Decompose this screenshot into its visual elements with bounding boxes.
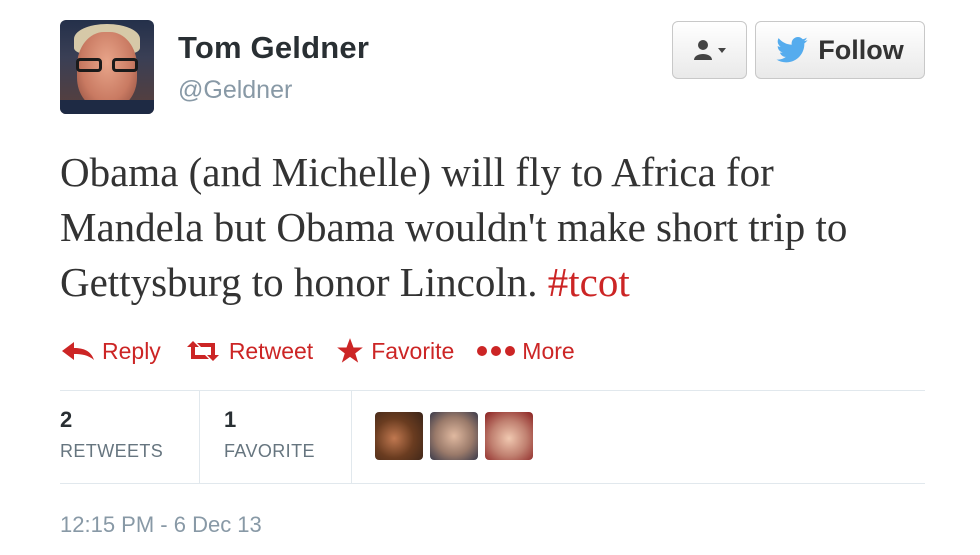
- favorite-label: Favorite: [371, 337, 455, 364]
- reply-label: Reply: [102, 337, 161, 364]
- more-dots-icon: [477, 346, 516, 356]
- user-dropdown-icon: [693, 40, 726, 60]
- favorite-button[interactable]: Favorite: [335, 337, 454, 365]
- favorites-label: FAVORITE: [224, 441, 315, 461]
- retweets-stat[interactable]: 2 RETWEETS: [60, 407, 163, 462]
- tweet-body: Obama (and Michelle) will fly to Africa …: [60, 149, 848, 305]
- more-label: More: [522, 337, 575, 364]
- stat-separator: [199, 391, 200, 483]
- user-display-name[interactable]: Tom Geldner: [178, 30, 369, 66]
- retweet-icon: [186, 341, 219, 361]
- more-button[interactable]: More: [476, 337, 575, 365]
- profile-avatar[interactable]: [60, 20, 154, 114]
- star-icon: [337, 338, 364, 363]
- twitter-bird-icon: [776, 37, 808, 63]
- user-avatar-thumbnail[interactable]: [430, 412, 478, 460]
- engaged-users: [375, 412, 540, 460]
- divider-bottom: [60, 483, 925, 484]
- reply-icon: [62, 342, 94, 360]
- user-handle[interactable]: @Geldner: [178, 76, 292, 105]
- tweet-actions: Reply Retweet Favorite More: [60, 334, 597, 368]
- hashtag-link[interactable]: #tcot: [548, 259, 630, 305]
- retweet-button[interactable]: Retweet: [183, 338, 313, 365]
- user-actions-button[interactable]: [672, 21, 747, 79]
- tweet-text: Obama (and Michelle) will fly to Africa …: [60, 145, 920, 310]
- follow-button[interactable]: Follow: [755, 21, 925, 79]
- retweets-label: RETWEETS: [60, 441, 164, 461]
- retweet-label: Retweet: [228, 337, 314, 364]
- stat-separator: [351, 391, 352, 483]
- tweet-timestamp[interactable]: 12:15 PM - 6 Dec 13: [60, 512, 262, 538]
- reply-button[interactable]: Reply: [60, 338, 161, 365]
- favorites-count: 1: [224, 407, 237, 432]
- favorites-stat[interactable]: 1 FAVORITE: [224, 407, 315, 462]
- user-avatar-thumbnail[interactable]: [485, 412, 533, 460]
- retweets-count: 2: [60, 407, 73, 432]
- follow-button-label: Follow: [818, 34, 904, 65]
- user-avatar-thumbnail[interactable]: [375, 412, 423, 460]
- divider-top: [60, 390, 925, 391]
